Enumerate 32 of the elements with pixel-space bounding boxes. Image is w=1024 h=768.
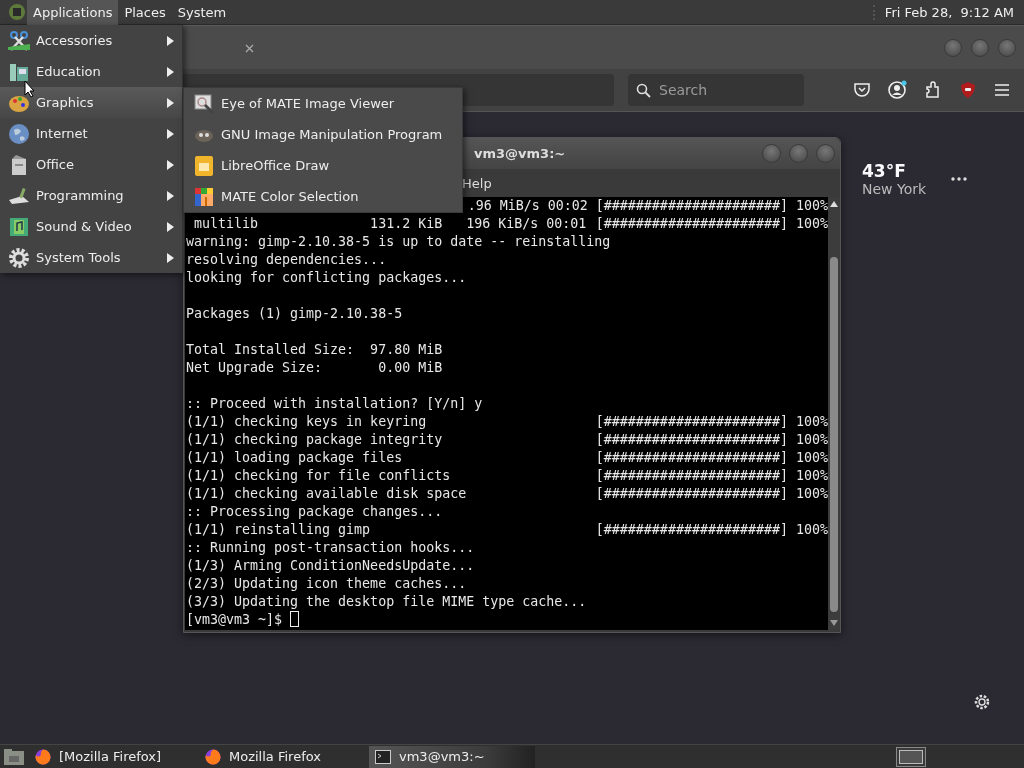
terminal-line: (1/1) loading package files	[186, 449, 403, 467]
prompt: [vm3@vm3 ~]$	[186, 611, 283, 629]
terminal-line: looking for conflicting packages...	[186, 269, 467, 287]
terminal-line: .96 MiB/s 00:02	[467, 197, 588, 215]
city-name: New York	[862, 181, 927, 197]
terminal-line: (1/1) checking for file conflicts	[186, 467, 451, 485]
terminal-line: (1/1) checking keys in keyring	[186, 413, 427, 431]
terminal-line: Total Installed Size: 97.80 MiB	[186, 341, 443, 359]
terminal-line: (1/3) Arming ConditionNeedsUpdate...	[186, 557, 475, 575]
terminal-line: (1/1) checking package integrity	[186, 431, 443, 449]
terminal-line: resolving dependencies...	[186, 251, 387, 269]
terminal-line: (2/3) Updating icon theme caches...	[186, 575, 467, 593]
terminal-line: :: Running post-transaction hooks...	[186, 539, 475, 557]
progress-text: [######################] 100%	[595, 521, 828, 539]
progress-text: [######################] 100%	[595, 197, 828, 215]
progress-text: [######################] 100%	[595, 449, 828, 467]
progress-text: [######################] 100%	[595, 485, 828, 503]
terminal-line: warning: gimp-2.10.38-5 is up to date -- reinstalling	[186, 233, 611, 251]
terminal-line: Net Upgrade Size: 0.00 MiB	[186, 359, 443, 377]
terminal-line: (3/3) Updating the desktop file MIME type cache...	[186, 593, 587, 611]
terminal-line: (1/1) reinstalling gimp	[186, 521, 371, 539]
window-title: vm3@vm3:~	[474, 146, 566, 161]
terminal-line: :: Proceed with installation? [Y/n] y	[186, 395, 483, 413]
progress-text: [######################] 100%	[595, 431, 828, 449]
progress-text: [######################] 100%	[595, 413, 828, 431]
terminal-line: multilib 131.2 KiB 196 KiB/s 00:01	[193, 215, 587, 233]
terminal-line: (1/1) checking available disk space	[186, 485, 467, 503]
progress-text: [######################] 100%	[595, 215, 828, 233]
terminal-line: :: Processing package changes...	[186, 503, 443, 521]
progress-text: [######################] 100%	[595, 467, 828, 485]
temperature: 43°F	[862, 161, 907, 181]
terminal-line: Packages (1) gimp-2.10.38-5	[186, 305, 403, 323]
